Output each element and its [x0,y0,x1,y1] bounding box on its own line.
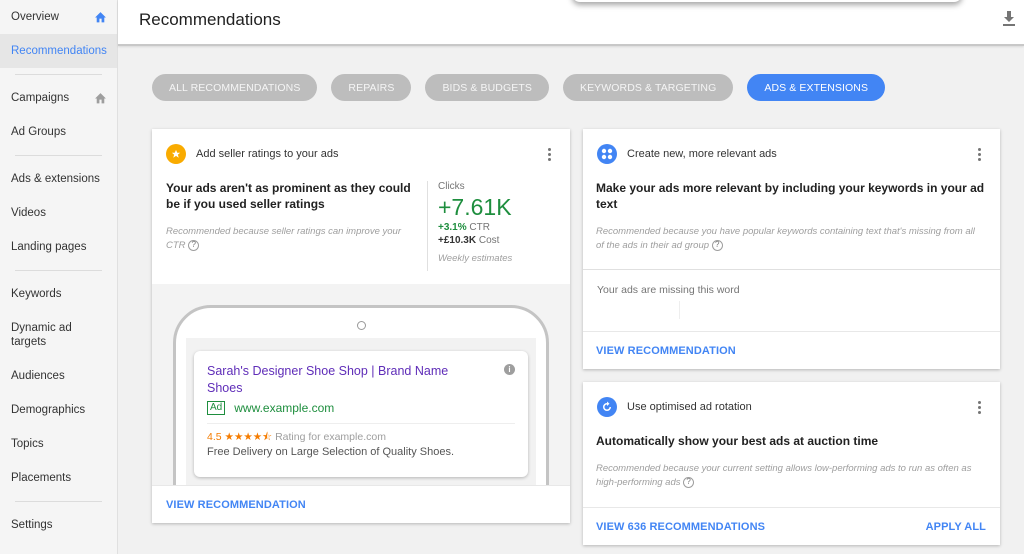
more-options-icon[interactable] [542,146,556,162]
ad-description: Free Delivery on Large Selection of Qual… [207,446,455,458]
clicks-value: +7.61K [438,194,512,220]
ad-url: www.example.com [234,401,335,415]
cost-stat: +£10.3K Cost [438,235,500,246]
phone-screen: Sarah's Designer Shoe Shop | Brand Name … [186,338,536,486]
card-footer: VIEW 636 RECOMMENDATIONS APPLY ALL [583,507,1000,545]
ad-rotation-card: Use optimised ad rotation Automatically … [583,382,1000,545]
card-headline: Make your ads more relevant by including… [596,181,985,211]
sidebar-item-videos[interactable]: Videos [0,196,117,230]
sidebar-nav: Overview Recommendations Campaigns Ad Gr… [0,0,118,554]
sidebar-item-settings[interactable]: Settings [0,508,117,542]
chip-bids-budgets[interactable]: BIDS & BUDGETS [425,74,549,101]
chip-keywords-targeting[interactable]: KEYWORDS & TARGETING [562,74,734,101]
page-title: Recommendations [139,10,281,29]
chip-ads-extensions[interactable]: ADS & EXTENSIONS [747,74,886,101]
help-icon[interactable]: ? [683,476,695,488]
card-reason: Recommended because seller ratings can i… [166,226,401,251]
ad-preview: Sarah's Designer Shoe Shop | Brand Name … [194,351,528,477]
phone-mockup: Sarah's Designer Shoe Shop | Brand Name … [173,305,549,486]
floating-panel-edge [572,0,962,2]
card-footer: VIEW RECOMMENDATION [583,331,1000,369]
missing-word-label: Your ads are missing this word [597,284,740,296]
ad-title: Sarah's Designer Shoe Shop | Brand Name … [207,364,449,395]
download-icon[interactable] [1003,11,1015,27]
relevant-ads-card: Create new, more relevant ads Make your … [583,129,1000,369]
view-recommendation-button[interactable]: VIEW RECOMMENDATION [596,345,736,357]
ad-rating: 4.5 ★★★★⯪ Rating for example.com [207,431,386,443]
missing-word-divider [679,301,680,319]
help-icon[interactable]: ? [188,239,200,251]
sidebar-item-label: Ads & extensions [11,173,100,185]
card-header: Add seller ratings to your ads [166,144,560,164]
apply-all-button[interactable]: APPLY ALL [926,521,986,533]
info-icon: i [504,364,515,375]
ad-tag: Ad [207,401,226,415]
seller-ratings-card: Add seller ratings to your ads Your ads … [152,129,570,523]
sidebar-item-label: Topics [11,438,44,450]
card-headline: Your ads aren't as prominent as they cou… [166,181,411,211]
card-headline: Automatically show your best ads at auct… [596,434,879,448]
sidebar-item-placements[interactable]: Placements [0,461,117,495]
ctr-stat: +3.1% CTR [438,222,490,233]
card-reason: Recommended because your current setting… [596,463,972,488]
sidebar-item-keywords[interactable]: Keywords [0,277,117,311]
card-header: Use optimised ad rotation [597,397,990,417]
sidebar-divider [15,501,102,502]
refresh-icon [597,397,617,417]
sidebar-item-overview[interactable]: Overview [0,0,117,34]
sidebar-item-label: Overview [11,11,59,23]
home-icon [95,12,106,23]
sidebar-divider [15,270,102,271]
sidebar-item-ads-extensions[interactable]: Ads & extensions [0,162,117,196]
estimates-note: Weekly estimates [438,253,513,264]
sidebar-item-label: Keywords [11,288,62,300]
card-header: Create new, more relevant ads [597,144,990,164]
sidebar-item-label: Demographics [11,404,86,416]
card-divider [583,269,1000,270]
sidebar-item-label: Landing pages [11,241,87,253]
sidebar-item-label: Settings [11,519,53,531]
sidebar-item-demographics[interactable]: Demographics [0,393,117,427]
clicks-label: Clicks [438,181,465,192]
sidebar-item-ad-groups[interactable]: Ad Groups [0,115,117,149]
sidebar-item-recommendations[interactable]: Recommendations [0,34,117,68]
card-label: Create new, more relevant ads [627,148,777,160]
sidebar-item-audiences[interactable]: Audiences [0,359,117,393]
card-label: Add seller ratings to your ads [196,148,339,160]
sidebar-item-campaigns[interactable]: Campaigns [0,81,117,115]
view-recommendation-button[interactable]: VIEW RECOMMENDATION [166,499,306,511]
more-options-icon[interactable] [972,146,986,162]
view-all-recommendations-button[interactable]: VIEW 636 RECOMMENDATIONS [596,521,765,533]
sidebar-item-label: Recommendations [11,45,107,57]
chip-all-recommendations[interactable]: ALL RECOMMENDATIONS [152,74,318,101]
sidebar-item-topics[interactable]: Topics [0,427,117,461]
help-icon[interactable]: ? [711,239,723,251]
sidebar-item-label: Videos [11,207,46,219]
sidebar-item-dynamic-ad-targets[interactable]: Dynamic ad targets [0,311,117,359]
apps-icon [597,144,617,164]
star-rating-icon: ★★★★⯪ [224,431,273,443]
star-icon [166,144,186,164]
more-options-icon[interactable] [972,399,986,415]
ad-divider [207,423,515,424]
chip-repairs[interactable]: REPAIRS [331,74,412,101]
sidebar-item-label: Audiences [11,370,65,382]
estimates-panel: Clicks +7.61K +3.1% CTR +£10.3K Cost Wee… [427,181,567,271]
card-footer: VIEW RECOMMENDATION [152,485,570,523]
card-reason: Recommended because you have popular key… [596,226,975,251]
sidebar-item-label: Placements [11,472,72,484]
filter-chips: ALL RECOMMENDATIONS REPAIRS BIDS & BUDGE… [152,74,886,101]
sidebar-divider [15,155,102,156]
sidebar-item-landing-pages[interactable]: Landing pages [0,230,117,264]
sidebar-divider [15,74,102,75]
sidebar-item-label: Ad Groups [11,126,66,138]
home-icon [95,93,106,104]
ad-url-row: Ad www.example.com [207,401,334,415]
card-label: Use optimised ad rotation [627,401,752,413]
ad-preview-area: Sarah's Designer Shoe Shop | Brand Name … [152,284,570,486]
sidebar-item-label: Dynamic ad targets [11,322,72,348]
sidebar-item-label: Campaigns [11,92,70,104]
camera-icon [357,321,366,330]
page-header: Recommendations [118,0,1024,46]
